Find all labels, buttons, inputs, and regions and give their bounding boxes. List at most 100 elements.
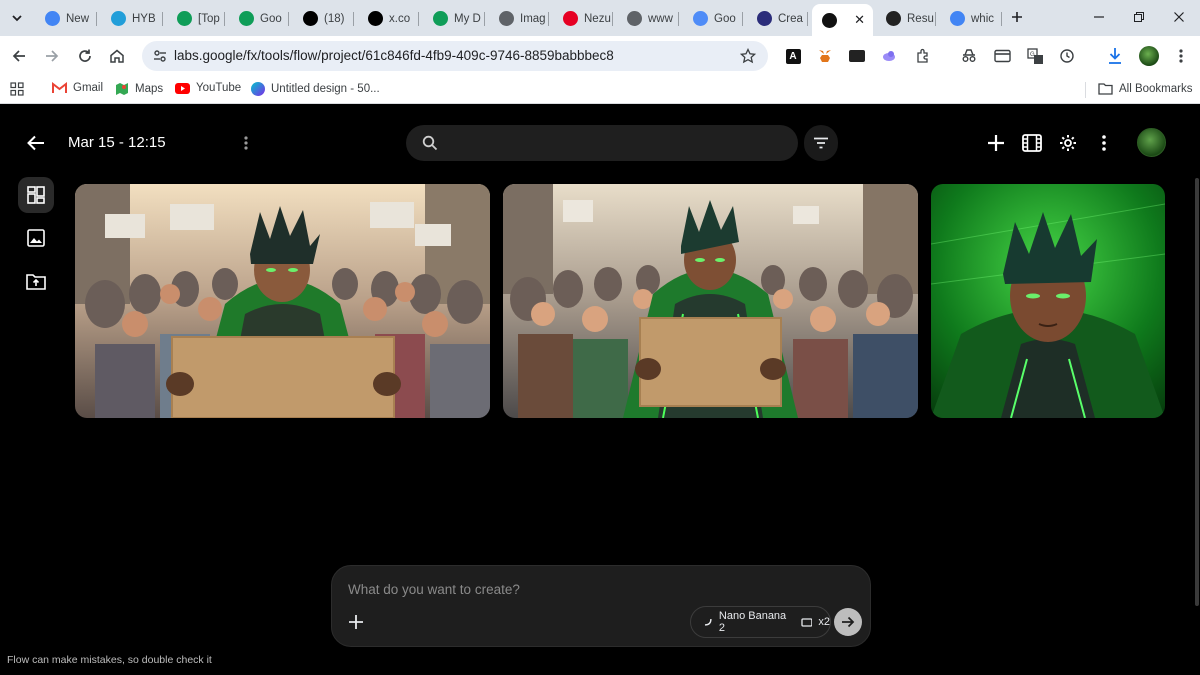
user-avatar[interactable] [1137,128,1166,157]
apps-grid-button[interactable] [10,82,24,96]
tab-search-button[interactable] [6,7,28,29]
upload-button[interactable] [18,263,54,299]
images-view-button[interactable] [18,220,54,256]
folder-upload-icon [26,273,46,290]
generated-image-card[interactable] [931,184,1165,418]
x-circle-icon [368,11,383,26]
bookmark-youtube[interactable]: YouTube [175,82,241,94]
generated-image-card[interactable] [75,184,490,418]
browser-tab[interactable]: whic [940,5,1002,32]
cloud-extension-icon[interactable] [880,47,898,65]
tab-label: HYB [132,12,156,25]
project-title[interactable]: Mar 15 - 12:15 [68,134,166,151]
metamask-icon[interactable] [816,47,834,65]
back-button[interactable] [24,131,48,155]
payment-card-icon[interactable] [993,47,1011,65]
generated-image-card[interactable] [503,184,918,418]
arrow-left-icon [27,135,44,151]
minimize-button[interactable] [1090,8,1108,26]
browser-tab[interactable]: Crea [747,5,808,32]
incognito-icon[interactable] [960,47,978,65]
more-options-button[interactable] [1096,132,1112,154]
minimize-icon [1094,16,1104,18]
apps-grid-icon [10,82,24,96]
filter-button[interactable] [804,125,838,161]
filter-icon [814,137,828,149]
site-settings-icon[interactable] [153,49,167,63]
tab-divider [418,12,419,26]
prompt-composer: Nano Banana 2 x2 [331,565,871,647]
back-button[interactable] [8,45,30,67]
model-selector[interactable]: Nano Banana 2 x2 [690,606,831,638]
protest-hero-image [75,184,490,418]
address-bar[interactable]: labs.google/fx/tools/flow/project/61c846… [142,41,768,71]
forward-button[interactable] [41,45,63,67]
browser-tab[interactable]: [Top [167,5,225,32]
plus-icon [988,135,1004,151]
browser-tab[interactable]: My D [423,5,485,32]
tab-label: My D [454,12,481,25]
tab-divider [96,12,97,26]
profile-avatar[interactable] [1139,46,1159,66]
chevron-down-icon [12,15,22,22]
tab-label: Nezu [584,12,611,25]
scrollbar[interactable] [1195,178,1199,606]
new-tab-button[interactable] [1008,8,1026,26]
download-icon[interactable] [1106,47,1124,65]
gemini-icon [693,11,708,26]
restore-button[interactable] [1130,8,1148,26]
wallet-extension-icon[interactable] [848,47,866,65]
extension-a-icon[interactable]: A [784,47,802,65]
youtube-icon [175,82,190,94]
aspect-ratio-icon [800,617,813,627]
browser-tab[interactable]: HYB [101,5,163,32]
bookmark-canva[interactable]: Untitled design - 50... [251,82,380,96]
tab-divider [1001,12,1002,26]
close-window-button[interactable] [1170,8,1188,26]
browser-tab[interactable]: ✕ [812,4,873,36]
bookmark-star-icon[interactable] [740,48,756,64]
browser-toolbar: labs.google/fx/tools/flow/project/61c846… [0,36,1200,76]
tab-divider [484,12,485,26]
add-media-button[interactable] [346,612,366,632]
browser-tab[interactable]: x.co [358,5,419,32]
bookmark-maps[interactable]: Maps [115,82,163,96]
browser-tab[interactable]: (18) [293,5,354,32]
browser-tab[interactable]: Imag [489,5,549,32]
perplexity-icon [757,11,772,26]
search-bar[interactable] [406,125,798,161]
browser-tab[interactable]: www [617,5,679,32]
tab-label: Imag [520,12,546,25]
tab-divider [807,12,808,26]
tab-label: New [66,12,90,25]
all-bookmarks-button[interactable]: All Bookmarks [1098,82,1193,95]
prompt-input[interactable] [348,578,848,600]
add-button[interactable] [985,132,1007,154]
close-tab-icon[interactable]: ✕ [854,12,865,28]
browser-tab[interactable]: Resu [876,5,936,32]
translate-icon[interactable]: G [1026,47,1044,65]
reload-button[interactable] [74,45,96,67]
settings-button[interactable] [1057,132,1079,154]
tab-divider [742,12,743,26]
arrow-right-icon [842,616,855,628]
browser-tab[interactable]: Goo [229,5,289,32]
home-button[interactable] [106,45,128,67]
browser-menu-button[interactable] [1172,47,1190,65]
browser-tab[interactable]: Nezu [553,5,613,32]
browser-tab-strip: New HYB [Top Goo (18) x.co My D Imag Nezu www Goo C… [0,0,1200,36]
bookmark-label: Untitled design - 50... [271,83,380,95]
plus-icon [349,615,363,629]
bookmark-label: Gmail [73,82,104,94]
search-input[interactable] [446,132,786,154]
project-menu-button[interactable] [238,133,254,153]
browser-tab[interactable]: Goo [683,5,743,32]
scenebuilder-button[interactable] [1021,132,1043,154]
history-icon[interactable] [1058,47,1076,65]
bookmark-gmail[interactable]: Gmail [52,82,103,94]
browser-tab[interactable]: New [35,5,97,32]
openai-icon [499,11,514,26]
send-button[interactable] [834,608,862,636]
grid-view-button[interactable] [18,177,54,213]
extensions-puzzle-icon[interactable] [914,47,932,65]
